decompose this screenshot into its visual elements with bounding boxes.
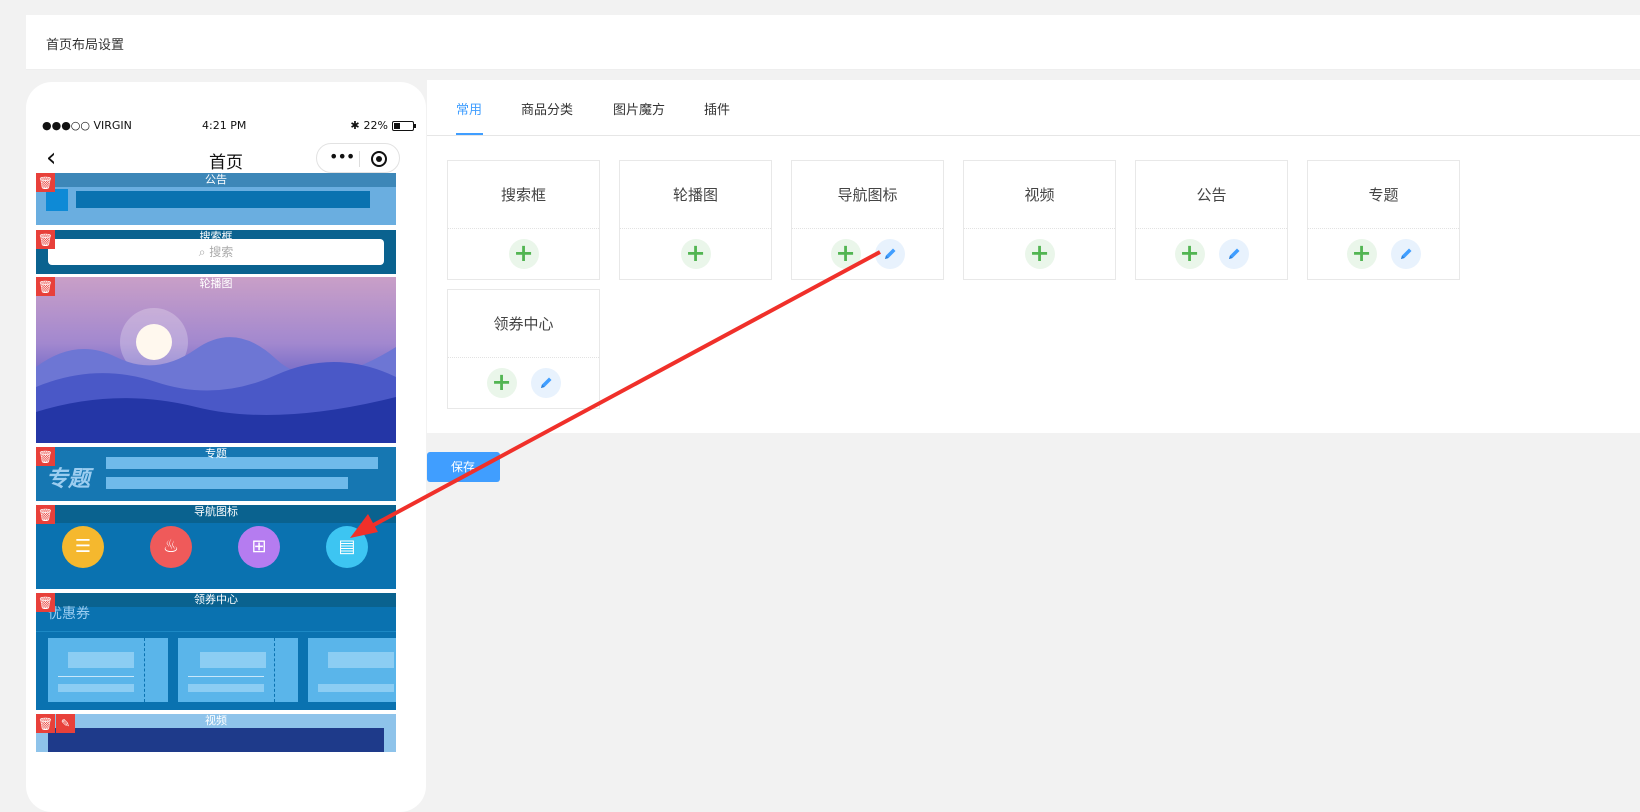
module-label: 轮播图	[199, 277, 233, 290]
delete-icon[interactable]: 🗑	[36, 505, 55, 524]
video-preview	[48, 728, 384, 752]
component-card[interactable]: 领券中心 +	[447, 289, 600, 409]
module-nav-icons[interactable]: 导航图标 🗑 ☰ ♨ ⊞ ▤	[36, 505, 396, 589]
component-name: 搜索框	[448, 161, 599, 229]
module-video[interactable]: 视频 🗑 ✎	[36, 714, 396, 752]
coupon-ticket	[48, 638, 168, 702]
component-card[interactable]: 搜索框 +	[447, 160, 600, 280]
module-label: 领券中心	[194, 593, 238, 606]
component-card[interactable]: 轮播图 +	[619, 160, 772, 280]
module-label: 导航图标	[194, 505, 238, 518]
add-icon[interactable]: +	[1174, 239, 1205, 269]
add-icon[interactable]: +	[680, 239, 711, 269]
component-card[interactable]: 专题 +	[1307, 160, 1460, 280]
module-search[interactable]: 搜索框 🗑 ⌕ 搜索	[36, 230, 396, 274]
tab-bar: 常用 商品分类 图片魔方 插件	[427, 80, 1640, 136]
add-icon[interactable]: +	[486, 368, 517, 398]
battery-icon	[392, 120, 416, 131]
clock-label: 4:21 PM	[202, 119, 247, 132]
add-icon[interactable]: +	[1024, 239, 1055, 269]
edit-pencil-icon[interactable]	[1390, 239, 1421, 269]
edit-pencil-icon[interactable]	[874, 239, 905, 269]
coupon-ticket	[178, 638, 298, 702]
notice-icon	[46, 189, 68, 211]
battery-status: ✱ 22%	[350, 119, 416, 132]
module-label: 公告	[205, 173, 227, 186]
save-button[interactable]: 保存	[427, 452, 500, 482]
page-title: 首页布局设置	[46, 38, 125, 53]
component-panel: 常用 商品分类 图片魔方 插件 搜索框 + 轮播图 + 导航图标 + 视频 + 公告 + 专题 + 领券…	[427, 80, 1640, 433]
component-name: 专题	[1308, 161, 1459, 229]
module-label: 视频	[205, 714, 227, 727]
phone-preview: ●●●○○ VIRGIN 4:21 PM ✱ 22% ‹ 首页 ••• 公告 🗑…	[26, 82, 426, 812]
add-icon[interactable]: +	[508, 239, 539, 269]
notice-bar	[76, 191, 370, 208]
carrier-label: ●●●○○ VIRGIN	[42, 119, 132, 132]
delete-icon[interactable]: 🗑	[36, 714, 55, 733]
edit-pencil-icon[interactable]	[1218, 239, 1249, 269]
tab-common[interactable]: 常用	[456, 99, 482, 118]
fire-icon: ♨	[150, 526, 192, 568]
delete-icon[interactable]: 🗑	[36, 230, 55, 249]
module-carousel[interactable]: 轮播图 🗑	[36, 277, 396, 443]
coupon-ticket	[308, 638, 396, 702]
gift-icon: ⊞	[238, 526, 280, 568]
delete-icon[interactable]: 🗑	[36, 277, 55, 296]
status-bar: ●●●○○ VIRGIN 4:21 PM ✱ 22%	[42, 119, 416, 133]
edit-pencil-icon[interactable]	[530, 368, 561, 398]
edit-icon[interactable]: ✎	[56, 714, 75, 733]
add-icon[interactable]: +	[830, 239, 861, 269]
capsule-menu[interactable]: •••	[316, 143, 400, 173]
component-name: 公告	[1136, 161, 1287, 229]
search-icon: ⌕	[198, 245, 206, 259]
delete-icon[interactable]: 🗑	[36, 173, 55, 192]
close-target-icon[interactable]	[371, 151, 387, 167]
component-name: 视频	[964, 161, 1115, 229]
component-name: 轮播图	[620, 161, 771, 229]
add-icon[interactable]: +	[1346, 239, 1377, 269]
component-card[interactable]: 导航图标 +	[791, 160, 944, 280]
carousel-image	[36, 308, 396, 443]
page-header: 首页布局设置	[26, 15, 1640, 70]
delete-icon[interactable]: 🗑	[36, 593, 55, 612]
component-card[interactable]: 视频 +	[963, 160, 1116, 280]
layers-icon: ☰	[62, 526, 104, 568]
bluetooth-icon: ✱	[350, 119, 360, 132]
module-label: 搜索框	[199, 230, 233, 243]
more-dots-icon[interactable]: •••	[329, 147, 355, 166]
module-coupon[interactable]: 领券中心 🗑 优惠券	[36, 593, 396, 710]
component-name: 领券中心	[448, 290, 599, 358]
active-tab-indicator	[456, 133, 483, 135]
component-card[interactable]: 公告 +	[1135, 160, 1288, 280]
tab-product-category[interactable]: 商品分类	[521, 99, 573, 118]
component-name: 导航图标	[792, 161, 943, 229]
module-notice[interactable]: 公告 🗑	[36, 173, 396, 225]
module-label: 专题	[205, 447, 227, 460]
module-topic[interactable]: 专题 🗑 专题	[36, 447, 396, 501]
battery-label: 22%	[363, 119, 388, 132]
tab-plugins[interactable]: 插件	[704, 99, 730, 118]
delete-icon[interactable]: 🗑	[36, 447, 55, 466]
document-icon: ▤	[326, 526, 368, 568]
tab-image-cube[interactable]: 图片魔方	[613, 99, 665, 118]
